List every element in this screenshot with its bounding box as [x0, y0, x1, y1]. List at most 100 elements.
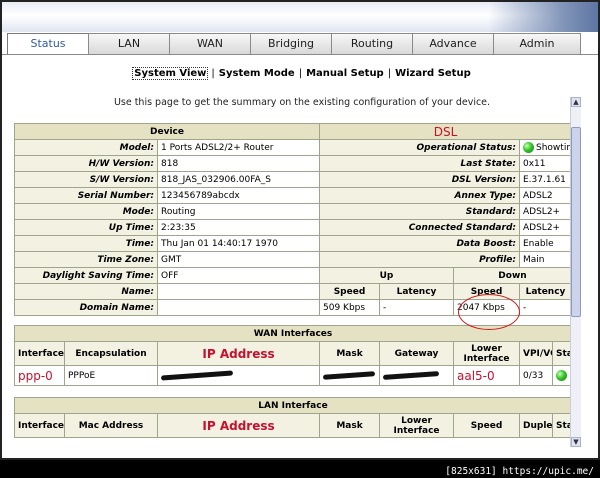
tab-routing[interactable]: Routing: [331, 33, 413, 54]
spacer-row-2: [14, 385, 571, 398]
lan-col-status: Status: [552, 413, 571, 438]
device-header: Device: [14, 123, 320, 140]
lan-col-speed: Speed: [453, 413, 520, 438]
down-speed-value: 2047 Kbps: [453, 299, 520, 316]
name-value: [157, 283, 320, 300]
profile-label: Profile:: [319, 251, 520, 268]
serial-number-label: Serial Number:: [14, 187, 158, 204]
up-speed-value: 509 Kbps: [319, 299, 380, 316]
wan-col-interface: Interface: [14, 341, 65, 366]
wan-col-gateway: Gateway: [379, 341, 454, 366]
subnav-wizard-setup[interactable]: Wizard Setup: [394, 68, 472, 79]
mode-label: Mode:: [14, 203, 158, 220]
up-time-value: 2:23:35: [157, 219, 320, 236]
tab-bridging[interactable]: Bridging: [250, 33, 332, 54]
wan-encapsulation-value: PPPoE: [64, 365, 158, 386]
data-boost-label: Data Boost:: [319, 235, 520, 252]
connected-standard-label: Connected Standard:: [319, 219, 520, 236]
dsl-header: DSL: [319, 123, 571, 140]
wan-vpi-vci-value: 0/33: [519, 365, 553, 386]
lan-col-ip-cell: IP Address: [157, 413, 320, 438]
intro-text: Use this page to get the summary on the …: [113, 97, 491, 108]
name-label: Name:: [14, 283, 158, 300]
time-label: Time:: [14, 235, 158, 252]
wan-gateway-redacted: [379, 365, 454, 386]
time-zone-value: GMT: [157, 251, 320, 268]
wan-col-ip-address: IP Address: [202, 346, 275, 361]
daylight-saving-label: Daylight Saving Time:: [14, 267, 158, 284]
summary-content: Device DSL Model: 1 Ports ADSL2/2+ Route…: [14, 123, 571, 458]
up-latency-header: Latency: [379, 283, 454, 300]
scroll-up-icon[interactable]: ▲: [571, 97, 581, 107]
tab-divider: [2, 54, 598, 55]
subnav-system-mode[interactable]: System Mode: [218, 68, 296, 79]
lan-col-mac-address: Mac Address: [64, 413, 158, 438]
sub-navigation: System View | System Mode | Manual Setup | Wiz…: [132, 67, 472, 80]
subnav-manual-setup[interactable]: Manual Setup: [305, 68, 385, 79]
lan-col-ip-address: IP Address: [202, 418, 275, 433]
daylight-saving-value: OFF: [157, 267, 320, 284]
spacer-row: [14, 315, 571, 326]
lan-col-lower-interface: Lower Interface: [379, 413, 454, 438]
wan-interfaces-header: WAN Interfaces: [14, 325, 571, 342]
hw-version-value: 818: [157, 155, 320, 172]
vertical-scrollbar[interactable]: ▲ ▼: [570, 97, 581, 447]
header-banner: [2, 2, 598, 32]
tab-admin[interactable]: Admin: [493, 33, 581, 54]
operational-status-cell: Showtime/Data: [519, 139, 571, 156]
up-latency-value: -: [379, 299, 454, 316]
dsl-version-label: DSL Version:: [319, 171, 520, 188]
profile-value: Main: [519, 251, 571, 268]
wan-col-mask: Mask: [319, 341, 380, 366]
up-speed-header: Speed: [319, 283, 380, 300]
down-latency-header: Latency: [519, 283, 571, 300]
subnav-system-view[interactable]: System View: [132, 67, 209, 80]
dsl-version-value: E.37.1.61: [519, 171, 571, 188]
operational-status-label: Operational Status:: [319, 139, 520, 156]
sw-version-value: 818_JAS_032906.00FA_S: [157, 171, 320, 188]
tab-lan[interactable]: LAN: [88, 33, 170, 54]
lan-col-mask: Mask: [319, 413, 380, 438]
tab-wan[interactable]: WAN: [169, 33, 251, 54]
browser-frame: Status LAN WAN Bridging Routing Advance …: [0, 0, 600, 460]
mode-value: Routing: [157, 203, 320, 220]
wan-lower-interface-cell: aal5-0: [453, 365, 520, 386]
up-time-label: Up Time:: [14, 219, 158, 236]
annex-type-label: Annex Type:: [319, 187, 520, 204]
wan-interface-cell: ppp-0: [14, 365, 65, 386]
wan-col-vpi-vci: VPI/VCI: [519, 341, 553, 366]
wan-lower-interface-value: aal5-0: [457, 368, 495, 383]
scroll-thumb[interactable]: [571, 127, 581, 317]
operational-status-value: Showtime/Data: [536, 143, 571, 153]
wan-col-lower-interface: Lower Interface: [453, 341, 520, 366]
lan-interface-header: LAN Interface: [14, 397, 571, 414]
standard-value: ADSL2+: [519, 203, 571, 220]
wan-status-cell: [552, 365, 571, 386]
model-value: 1 Ports ADSL2/2+ Router: [157, 139, 320, 156]
domain-name-label: Domain Name:: [14, 299, 158, 316]
time-zone-label: Time Zone:: [14, 251, 158, 268]
data-boost-value: Enable: [519, 235, 571, 252]
down-latency-value: -: [519, 299, 571, 316]
hw-version-label: H/W Version:: [14, 155, 158, 172]
wan-interface-value: ppp-0: [18, 368, 53, 383]
last-state-label: Last State:: [319, 155, 520, 172]
summary-table: Device DSL Model: 1 Ports ADSL2/2+ Route…: [14, 123, 571, 438]
image-host-caption: [825x631] https://upic.me/: [445, 466, 594, 477]
tab-status[interactable]: Status: [7, 33, 89, 55]
connected-standard-value: ADSL2+: [519, 219, 571, 236]
tab-advance[interactable]: Advance: [412, 33, 494, 54]
last-state-value: 0x11: [519, 155, 571, 172]
wan-ip-address-redacted: [157, 365, 320, 386]
lan-col-duplex: Duplex: [519, 413, 553, 438]
dsl-down-header: Down: [453, 267, 571, 284]
serial-number-value: 123456789abcdx: [157, 187, 320, 204]
wan-col-status: Status: [552, 341, 571, 366]
wan-col-ip-cell: IP Address: [157, 341, 320, 366]
wan-mask-redacted: [319, 365, 380, 386]
annex-type-value: ADSL2: [519, 187, 571, 204]
scroll-down-icon[interactable]: ▼: [571, 437, 581, 447]
wan-status-green-icon: [556, 370, 567, 381]
wan-col-encapsulation: Encapsulation: [64, 341, 158, 366]
main-tabs: Status LAN WAN Bridging Routing Advance …: [7, 33, 597, 55]
